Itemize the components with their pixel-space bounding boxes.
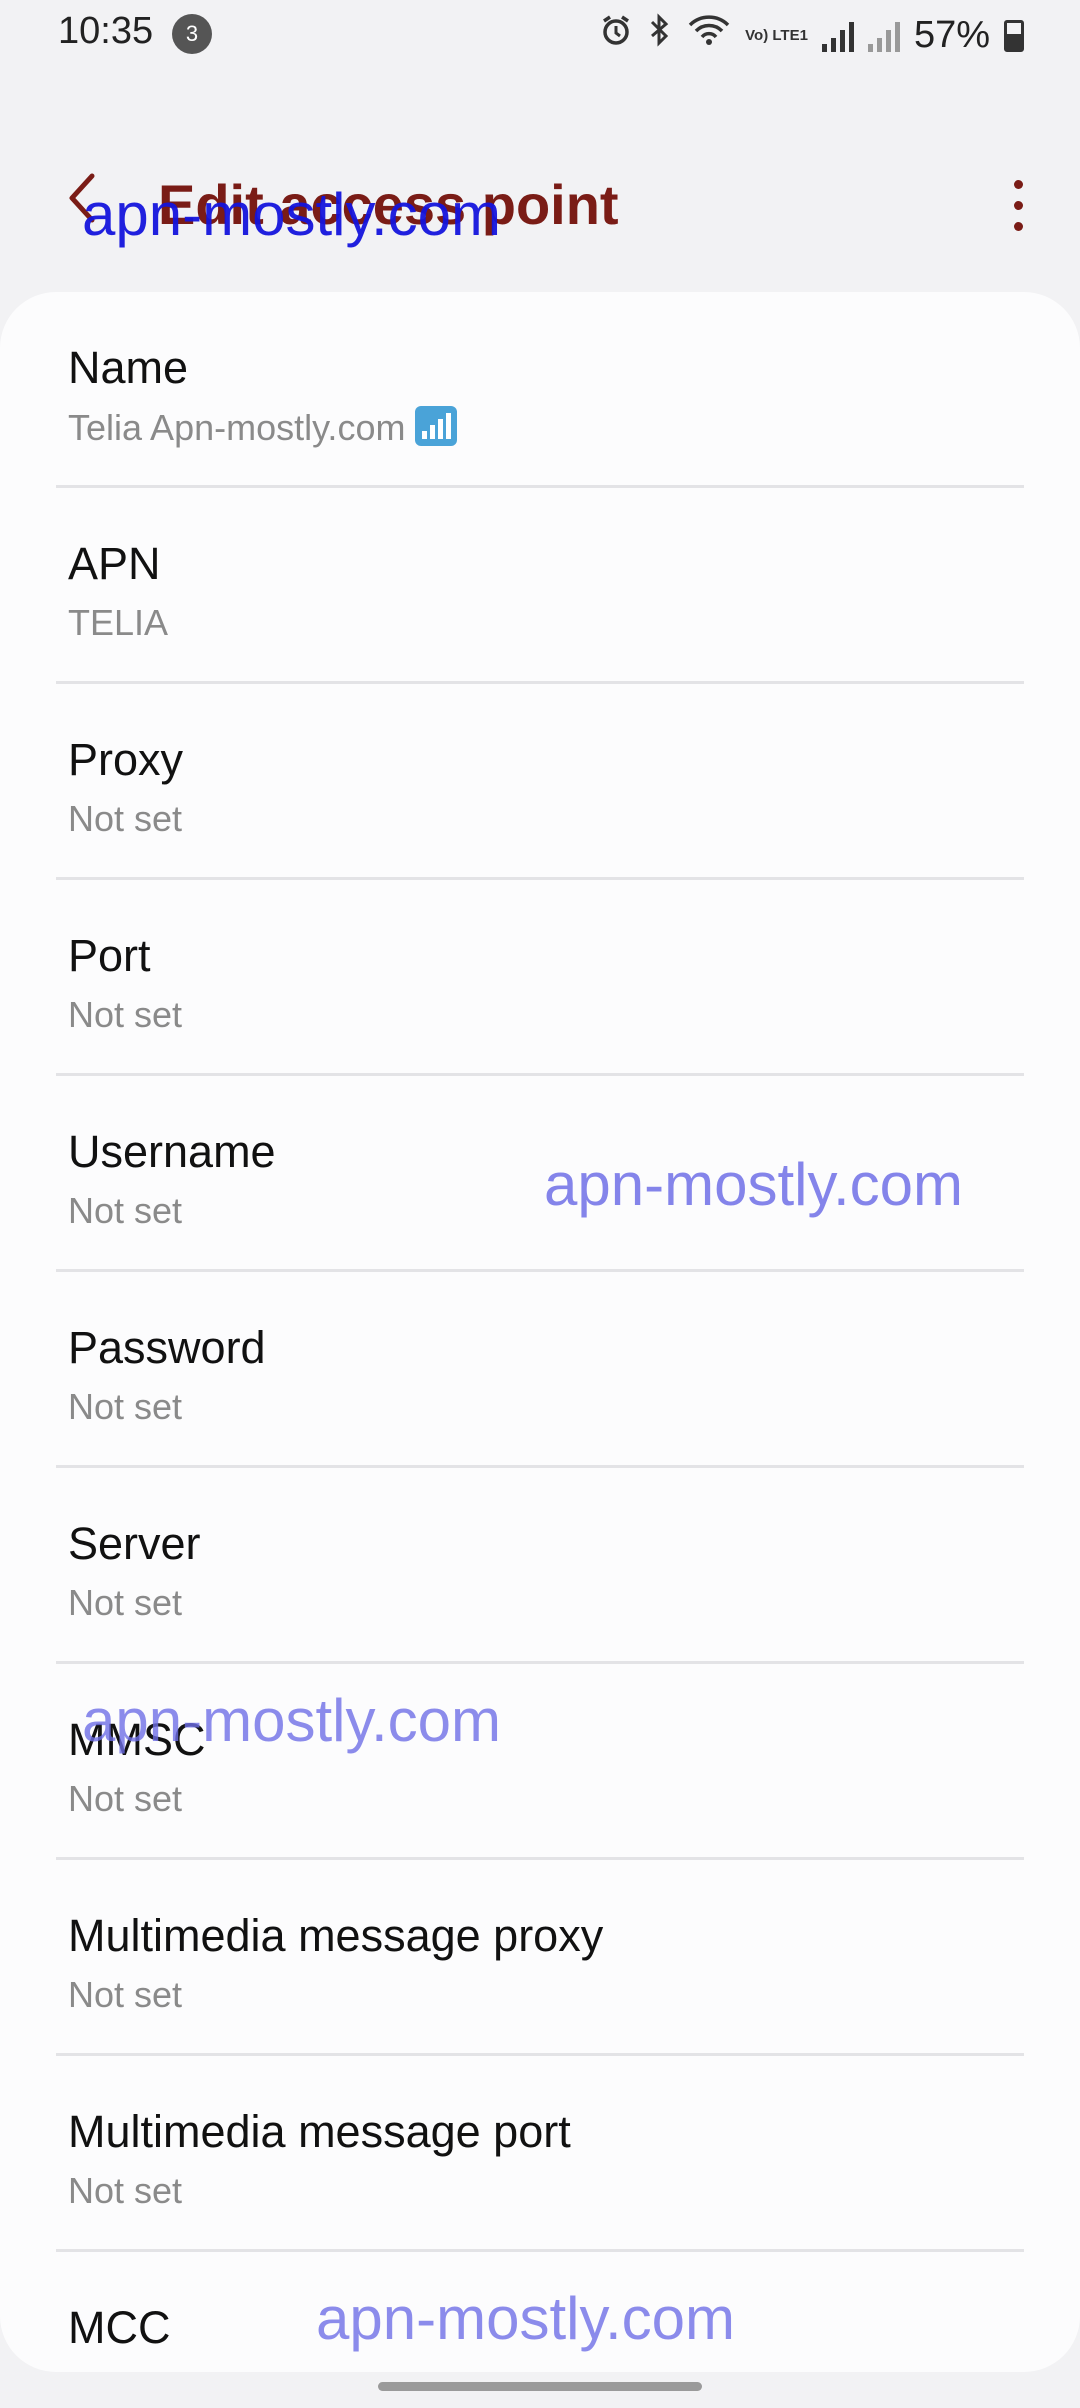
status-time: 10:35 xyxy=(58,10,154,52)
battery-percent: 57% xyxy=(913,14,990,56)
settings-card: Name Telia Apn-mostly.com APN TELIA Prox… xyxy=(0,292,1080,2372)
field-value: Telia Apn-mostly.com xyxy=(68,406,458,449)
field-password[interactable]: Password Not set xyxy=(0,1272,1080,1468)
field-proxy[interactable]: Proxy Not set xyxy=(0,684,1080,880)
more-options-button[interactable] xyxy=(998,170,1038,240)
field-label: Multimedia message proxy xyxy=(68,1910,604,1961)
watermark: apn-mostly.com xyxy=(544,1151,964,1218)
field-value: Not set xyxy=(68,1778,183,1819)
watermark: apn-mostly.com xyxy=(82,1687,502,1754)
field-label: Server xyxy=(68,1518,201,1569)
field-port[interactable]: Port Not set xyxy=(0,880,1080,1076)
field-label: Username xyxy=(68,1126,276,1177)
battery-icon xyxy=(1004,19,1024,52)
field-mms-port[interactable]: Multimedia message port Not set xyxy=(0,2056,1080,2252)
status-bar: 10:35 3 Vo) LTE1 57% xyxy=(0,0,1080,70)
bluetooth-icon xyxy=(647,12,673,59)
notification-count-badge: 3 xyxy=(172,14,212,54)
wifi-icon xyxy=(687,13,731,58)
field-label: Password xyxy=(68,1322,266,1373)
home-indicator[interactable] xyxy=(378,2382,702,2391)
field-value: TELIA xyxy=(68,602,169,643)
field-label: MCC xyxy=(68,2302,171,2353)
field-label: Multimedia message port xyxy=(68,2106,571,2157)
field-mms-proxy[interactable]: Multimedia message proxy Not set xyxy=(0,1860,1080,2056)
field-value: Not set xyxy=(68,1974,183,2015)
field-label: Name xyxy=(68,342,189,393)
field-label: Port xyxy=(68,930,151,981)
field-value: Not set xyxy=(68,2170,183,2211)
field-value: Not set xyxy=(68,1190,183,1231)
watermark: apn-mostly.com xyxy=(82,181,502,248)
more-vertical-icon xyxy=(1013,179,1023,189)
field-value: Not set xyxy=(68,994,183,1035)
field-label: APN xyxy=(68,538,161,589)
alarm-icon xyxy=(599,13,633,58)
field-label: Proxy xyxy=(68,734,184,785)
status-icons: Vo) LTE1 57% xyxy=(599,12,1024,59)
field-value: Not set xyxy=(68,798,183,839)
signal-icon xyxy=(821,20,854,52)
volte-icon: Vo) LTE1 xyxy=(745,26,808,44)
field-apn[interactable]: APN TELIA xyxy=(0,488,1080,684)
field-value: Not set xyxy=(68,1386,183,1427)
signal-icon xyxy=(867,20,900,52)
field-server[interactable]: Server Not set xyxy=(0,1468,1080,1664)
signal-bars-icon xyxy=(415,406,458,446)
field-value: Not set xyxy=(68,1582,183,1623)
watermark: apn-mostly.com xyxy=(316,2285,736,2352)
field-name[interactable]: Name Telia Apn-mostly.com xyxy=(0,292,1080,488)
